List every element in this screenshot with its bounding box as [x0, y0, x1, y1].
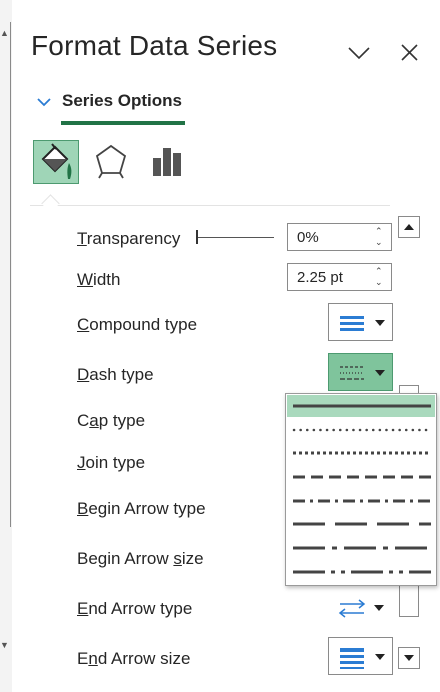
width-label: Width	[77, 270, 121, 289]
transparency-label: Transparency	[77, 229, 181, 248]
solid-line-icon	[293, 404, 431, 408]
long-dash-dot-line-icon	[293, 546, 431, 550]
end-arrow-type-label: End Arrow type	[77, 599, 193, 618]
compound-lines-icon	[340, 316, 364, 331]
triangle-down-icon	[404, 655, 414, 661]
triangle-up-icon	[404, 224, 414, 230]
dash-dot-line-icon	[293, 499, 431, 503]
tab-active-underline	[61, 121, 185, 125]
long-dash-line-icon	[293, 522, 431, 526]
dash-option-solid[interactable]	[287, 395, 435, 417]
end-arrow-size-label: End Arrow size	[77, 649, 191, 668]
series-options-bars-icon	[153, 148, 181, 176]
spinner-arrows[interactable]: ⌃ ⌄	[375, 226, 385, 248]
fill-line-category-button[interactable]	[33, 140, 79, 184]
dash-line-icon	[293, 475, 431, 479]
dash-option-round-dot[interactable]	[287, 419, 435, 441]
arrow-type-icon	[338, 599, 366, 618]
spinner-arrows[interactable]: ⌃ ⌄	[375, 266, 385, 288]
dash-option-dash-dot[interactable]	[287, 490, 435, 512]
dash-option-dash[interactable]	[287, 466, 435, 488]
left-edge-scrollbar[interactable]: ▲ ▼	[0, 0, 12, 692]
dash-lines-icon	[340, 366, 364, 380]
compound-type-dropdown[interactable]	[328, 303, 393, 341]
scroll-up-icon[interactable]: ▲	[0, 28, 9, 38]
transparency-slider-track[interactable]	[196, 237, 274, 238]
chevron-down-icon	[37, 98, 51, 107]
dash-type-menu[interactable]	[285, 393, 437, 586]
effects-category-button[interactable]	[89, 140, 135, 184]
series-options-category-button[interactable]	[145, 140, 191, 184]
spin-up-icon[interactable]: ⌃	[375, 226, 385, 237]
spin-up-icon[interactable]: ⌃	[375, 266, 385, 277]
dash-type-dropdown[interactable]	[328, 353, 393, 391]
compound-type-label: Compound type	[77, 315, 198, 334]
arrow-size-icon	[340, 648, 364, 669]
spin-down-icon[interactable]: ⌄	[375, 237, 385, 248]
transparency-spinner[interactable]: 0% ⌃ ⌄	[287, 223, 392, 251]
dash-option-square-dot[interactable]	[287, 442, 435, 464]
scroll-up-button[interactable]	[398, 216, 420, 238]
fill-line-icon	[41, 143, 72, 179]
section-divider-notch	[41, 194, 60, 213]
transparency-value[interactable]: 0%	[297, 229, 319, 246]
scroll-down-icon[interactable]: ▼	[0, 640, 9, 650]
begin-arrow-type-label: Begin Arrow type	[77, 499, 206, 518]
chevron-down-icon	[348, 47, 370, 60]
left-edge-rail	[10, 22, 11, 527]
dash-option-long-dash-dot-dot[interactable]	[287, 561, 435, 583]
caret-down-icon	[374, 605, 384, 611]
pane-title: Format Data Series	[31, 30, 278, 61]
dash-type-label: Dash type	[77, 365, 154, 384]
join-type-label: Join type	[77, 453, 146, 472]
caret-down-icon	[375, 320, 385, 326]
section-divider	[30, 205, 390, 206]
scroll-down-button[interactable]	[398, 647, 420, 669]
task-pane-options-button[interactable]	[346, 40, 372, 66]
close-icon	[401, 44, 418, 61]
series-options-label: Series Options	[62, 91, 182, 110]
spin-down-icon[interactable]: ⌄	[375, 277, 385, 288]
end-arrow-size-dropdown[interactable]	[328, 637, 393, 675]
dash-option-long-dash-dot[interactable]	[287, 537, 435, 559]
round-dot-line-icon	[292, 428, 433, 432]
long-dash-dot-dot-line-icon	[293, 570, 431, 574]
dash-option-long-dash[interactable]	[287, 513, 435, 535]
width-value[interactable]: 2.25 pt	[297, 269, 343, 286]
width-spinner[interactable]: 2.25 pt ⌃ ⌄	[287, 263, 392, 291]
end-arrow-type-dropdown[interactable]	[328, 589, 393, 627]
transparency-slider-thumb[interactable]	[196, 230, 198, 244]
effects-pentagon-icon	[95, 144, 127, 179]
square-dot-line-icon	[293, 451, 431, 455]
cap-type-label: Cap type	[77, 411, 146, 430]
begin-arrow-size-label: Begin Arrow size	[77, 549, 204, 568]
caret-down-icon	[375, 654, 385, 660]
close-button[interactable]	[397, 40, 423, 66]
caret-down-icon	[375, 370, 385, 376]
